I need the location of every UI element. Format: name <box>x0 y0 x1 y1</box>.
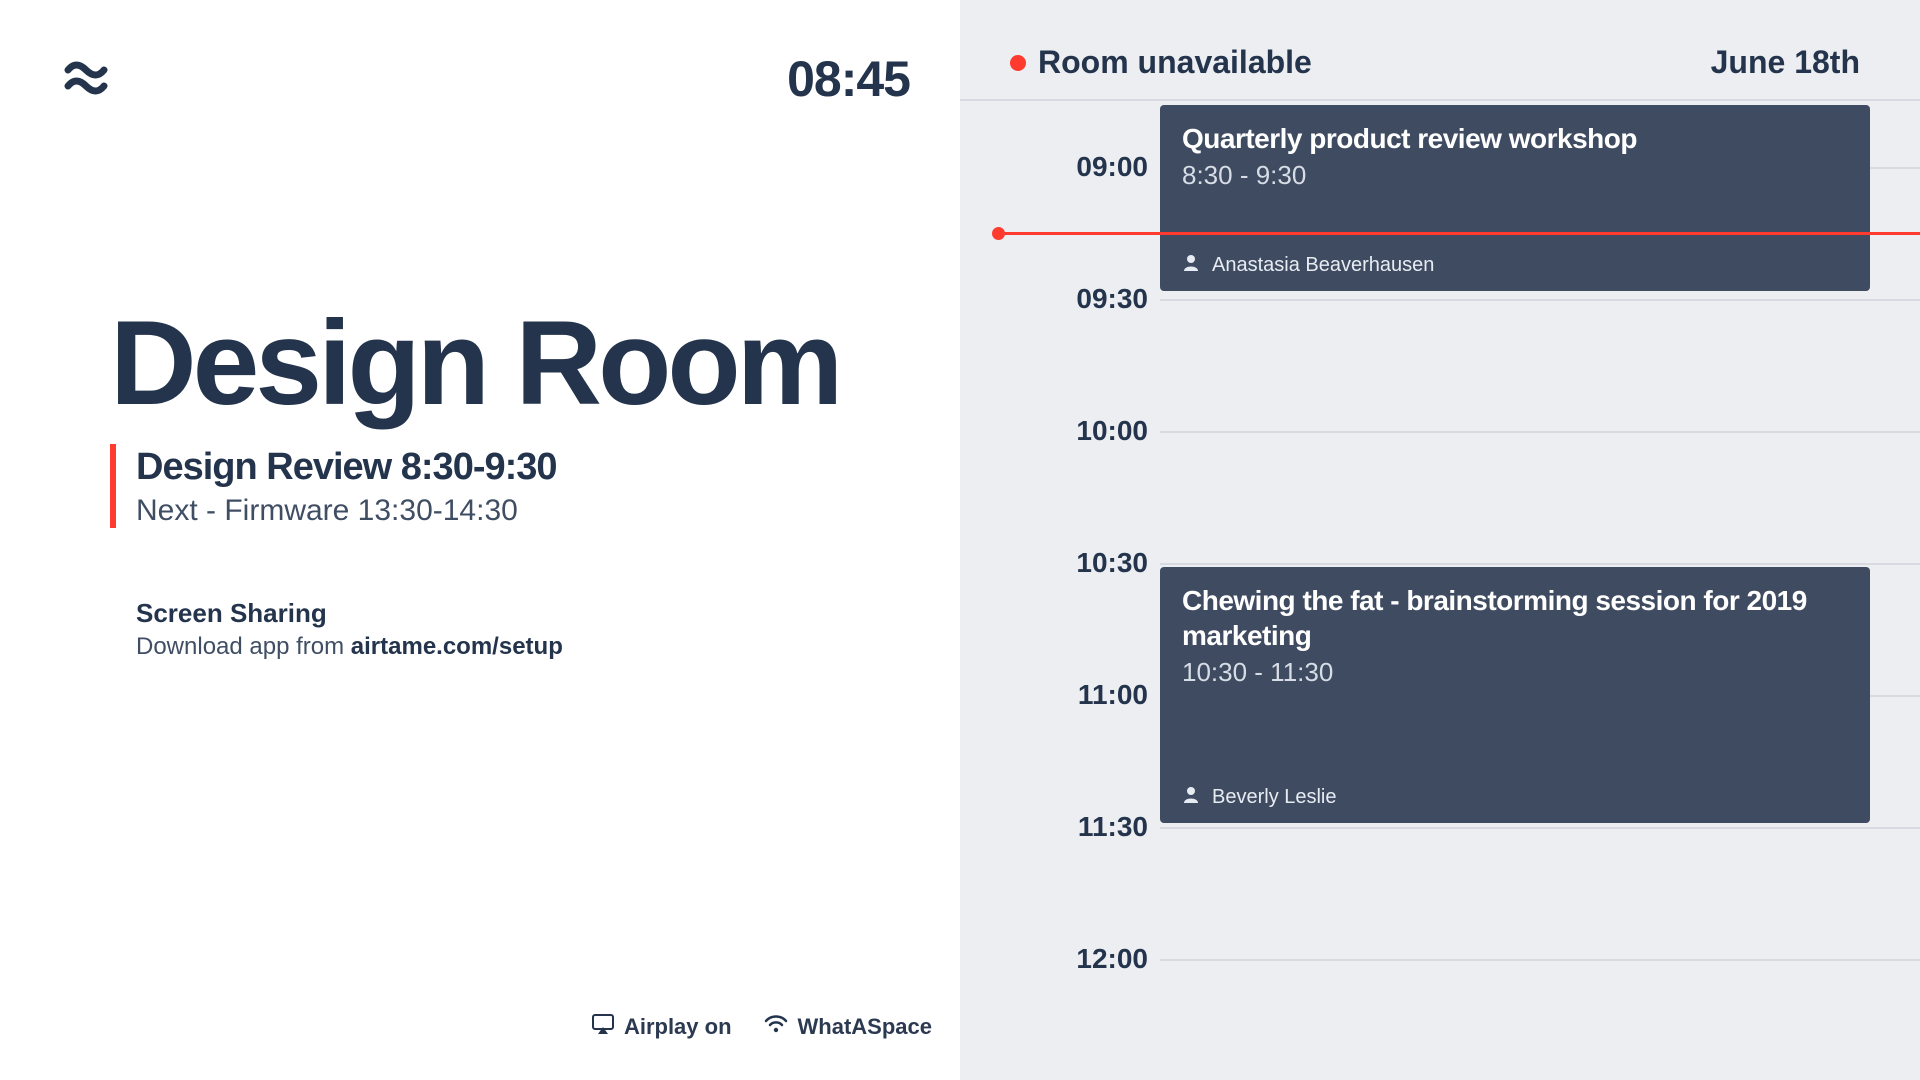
current-meeting: Design Review 8:30-9:30 <box>136 444 910 492</box>
calendar-event[interactable]: Quarterly product review workshop 8:30 -… <box>1160 105 1870 291</box>
time-label: 09:30 <box>1076 283 1148 315</box>
room-display-app: 08:45 Design Room Design Review 8:30-9:3… <box>0 0 1920 1080</box>
event-title: Chewing the fat - brainstorming session … <box>1182 583 1848 653</box>
info-panel: 08:45 Design Room Design Review 8:30-9:3… <box>0 0 960 1080</box>
calendar-event[interactable]: Chewing the fat - brainstorming session … <box>1160 567 1870 823</box>
person-icon <box>1182 253 1200 277</box>
airplay-label: Airplay on <box>624 1014 732 1040</box>
screen-sharing-info: Screen Sharing Download app from airtame… <box>110 598 910 661</box>
wifi-label: WhatASpace <box>798 1014 932 1040</box>
room-name: Design Room <box>110 300 910 426</box>
time-label: 10:00 <box>1076 415 1148 447</box>
screen-sharing-url: airtame.com/setup <box>351 633 563 660</box>
calendar-header: Room unavailable June 18th <box>960 0 1920 99</box>
time-slot: 10:00 <box>960 365 1160 497</box>
time-label: 09:00 <box>1076 151 1148 183</box>
calendar-panel: Room unavailable June 18th 09:00 09:30 1… <box>960 0 1920 1080</box>
event-time: 10:30 - 11:30 <box>1182 657 1848 688</box>
organizer-name: Anastasia Beaverhausen <box>1212 254 1434 277</box>
time-slot: 11:30 <box>960 761 1160 893</box>
wifi-status: WhatASpace <box>764 1014 932 1040</box>
event-organizer: Beverly Leslie <box>1182 785 1848 809</box>
footer-status: Airplay on WhatASpace <box>0 1014 932 1040</box>
time-slot: 09:00 <box>960 101 1160 233</box>
time-label: 11:00 <box>1078 679 1148 711</box>
person-icon <box>1182 785 1200 809</box>
airplay-icon <box>592 1014 614 1040</box>
screen-sharing-body: Download app from airtame.com/setup <box>136 633 910 661</box>
event-time: 8:30 - 9:30 <box>1182 160 1848 191</box>
status-dot-icon <box>1010 55 1026 71</box>
timeline: 09:00 09:30 10:00 10:30 11:00 11:30 12:0… <box>960 101 1920 981</box>
clock-display: 08:45 <box>787 50 910 108</box>
availability-status: Room unavailable <box>1010 44 1312 81</box>
time-label: 11:30 <box>1078 811 1148 843</box>
event-organizer: Anastasia Beaverhausen <box>1182 253 1848 277</box>
wifi-icon <box>764 1014 788 1040</box>
current-time-indicator <box>998 232 1920 235</box>
time-slot: 09:30 <box>960 233 1160 365</box>
airplay-status: Airplay on <box>592 1014 732 1040</box>
time-slot: 11:00 <box>960 629 1160 761</box>
time-slot: 10:30 <box>960 497 1160 629</box>
current-next-block: Design Review 8:30-9:30 Next - Firmware … <box>110 444 910 528</box>
brand-logo-icon <box>64 58 910 98</box>
time-slot: 12:00 <box>960 893 1160 1025</box>
time-label: 12:00 <box>1076 943 1148 975</box>
organizer-name: Beverly Leslie <box>1212 786 1337 809</box>
screen-sharing-prefix: Download app from <box>136 633 351 660</box>
availability-label: Room unavailable <box>1038 44 1312 81</box>
screen-sharing-title: Screen Sharing <box>136 598 910 629</box>
event-title: Quarterly product review workshop <box>1182 121 1848 156</box>
time-label: 10:30 <box>1076 547 1148 579</box>
next-meeting: Next - Firmware 13:30-14:30 <box>136 494 910 528</box>
room-info: Design Room Design Review 8:30-9:30 Next… <box>110 300 910 661</box>
date-label: June 18th <box>1711 44 1860 81</box>
